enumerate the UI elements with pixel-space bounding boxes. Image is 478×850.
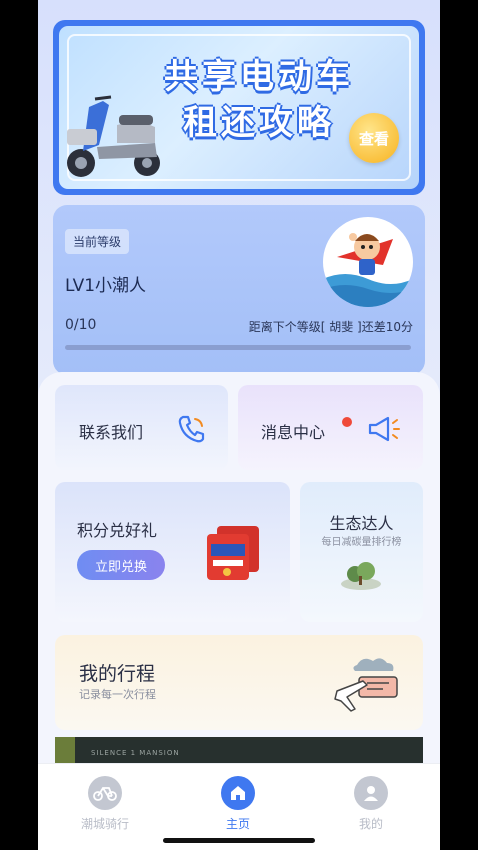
tab-profile-label: 我的	[358, 817, 383, 831]
level-card[interactable]: 当前等级 LV1小潮人 0/10 距离下个等级[ 胡斐 ]还差10分	[53, 205, 425, 375]
ad-text: SILENCE 1 MANSION	[91, 749, 180, 757]
banner-title-line1: 共享电动车	[164, 57, 354, 97]
banner-inner: 共享电动车 租还攻略 查看	[59, 26, 419, 189]
phone-icon	[178, 415, 205, 443]
level-progress-bar	[65, 345, 411, 350]
superhero-avatar-illustration	[323, 233, 413, 307]
guide-banner[interactable]: 共享电动车 租还攻略 查看	[53, 20, 425, 195]
unread-dot	[342, 417, 352, 427]
message-center-card[interactable]: 消息中心	[238, 385, 423, 470]
home-indicator	[163, 838, 315, 843]
tab-profile[interactable]: 我的	[331, 776, 411, 832]
eco-expert-card[interactable]: 生态达人 每日减碳量排行榜	[300, 482, 423, 622]
my-trips-title: 我的行程	[79, 663, 156, 685]
points-redeem-card[interactable]: 积分兑好礼 立即兑换	[55, 482, 290, 622]
detergent-gift-image	[207, 526, 259, 580]
contact-us-label: 联系我们	[79, 423, 144, 442]
trip-plane-icon	[334, 658, 398, 712]
contact-us-card[interactable]: 联系我们	[55, 385, 228, 470]
eco-expert-title: 生态达人	[329, 514, 394, 533]
my-trips-card[interactable]: 我的行程 记录每一次行程	[55, 635, 423, 730]
eco-island-image	[341, 562, 381, 590]
services-panel: 联系我们 消息中心 积分兑好礼 立即兑换 生态达人 每日减碳量排行榜 我的行程 …	[38, 372, 440, 792]
bottom-tab-bar: 潮城骑行 主页 我的	[38, 763, 440, 850]
tab-home[interactable]: 主页	[198, 776, 278, 832]
tab-home-label: 主页	[225, 817, 250, 831]
points-redeem-title: 积分兑好礼	[77, 521, 158, 540]
tab-riding[interactable]: 潮城骑行	[65, 776, 145, 832]
level-name: LV1小潮人	[65, 276, 147, 296]
app-screen: 共享电动车 租还攻略 查看 当前等级 LV1小潮人 0/10 距离下个等级[ 胡…	[38, 0, 440, 850]
eco-expert-subtitle: 每日减碳量排行榜	[321, 537, 402, 548]
level-avatar	[323, 217, 413, 307]
next-level-hint: 距离下个等级[ 胡斐 ]还差10分	[248, 320, 413, 334]
view-guide-button[interactable]: 查看	[349, 113, 399, 163]
current-level-tag: 当前等级	[65, 229, 130, 254]
redeem-now-button[interactable]: 立即兑换	[77, 550, 165, 580]
message-center-label: 消息中心	[261, 423, 326, 442]
bike-icon	[88, 776, 122, 810]
my-trips-subtitle: 记录每一次行程	[79, 688, 156, 701]
tab-riding-label: 潮城骑行	[80, 817, 129, 831]
megaphone-icon	[368, 416, 400, 442]
home-icon	[221, 776, 255, 810]
user-icon	[354, 776, 388, 810]
level-points-count: 0/10	[65, 317, 97, 333]
